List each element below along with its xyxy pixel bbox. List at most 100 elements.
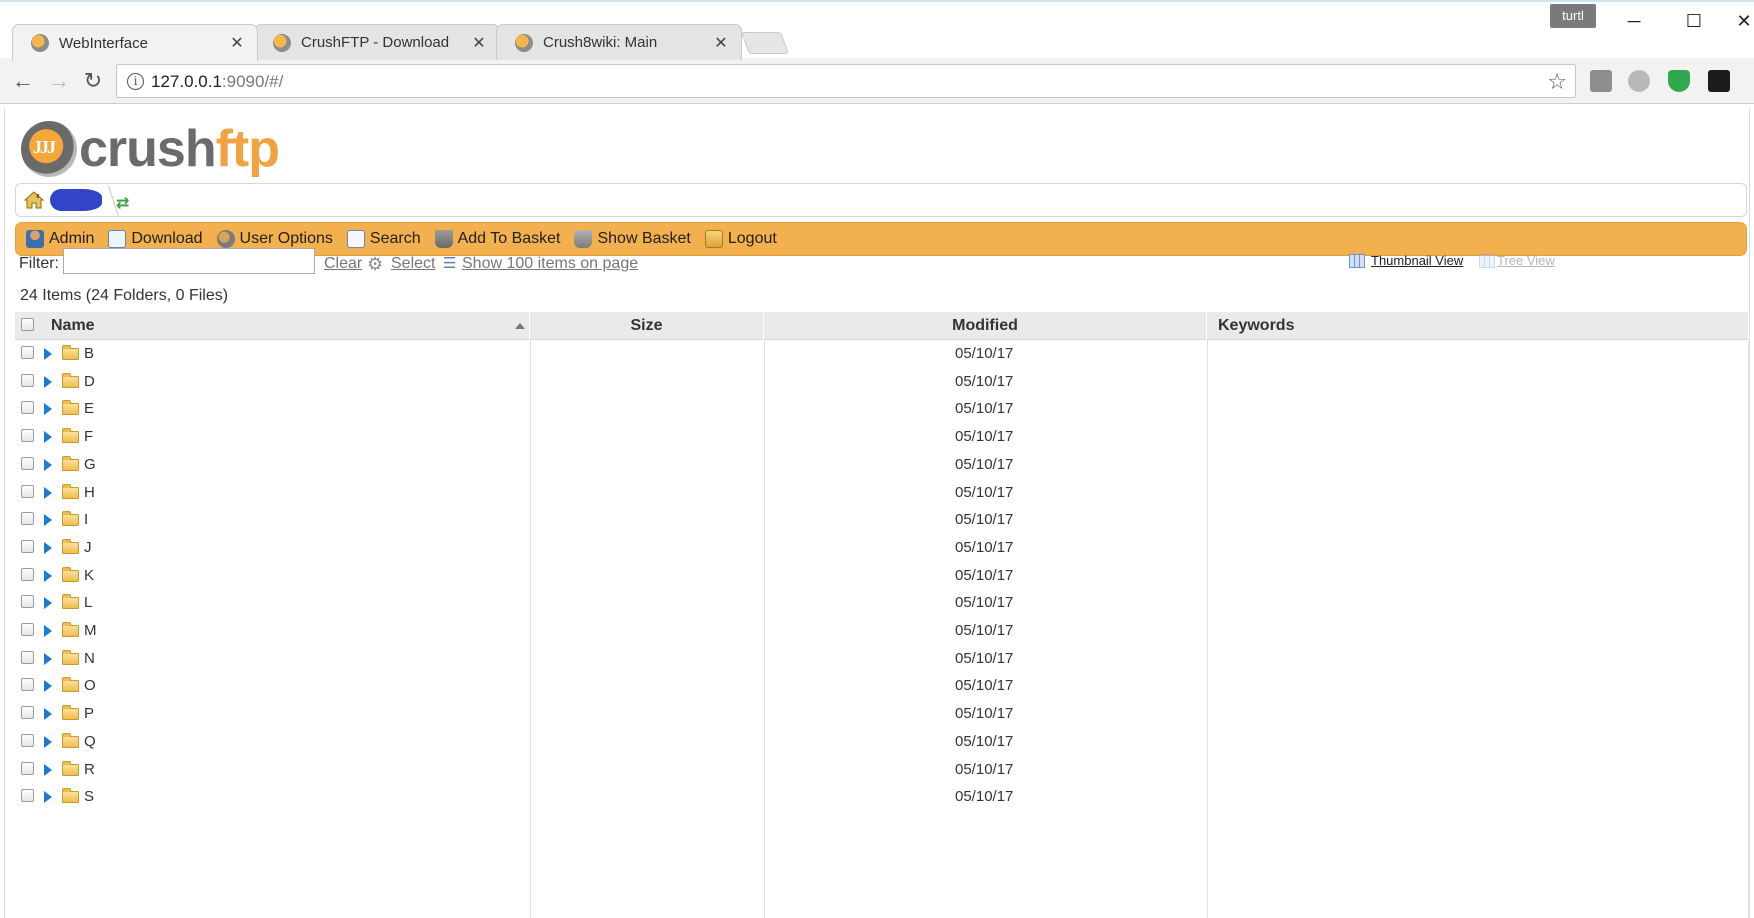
folder-name[interactable]: Q: [84, 733, 96, 750]
expand-arrow-icon[interactable]: [44, 597, 52, 610]
row-checkbox[interactable]: [21, 401, 34, 415]
expand-arrow-icon[interactable]: [44, 680, 52, 693]
close-tab-icon[interactable]: ✕: [229, 33, 245, 53]
table-row[interactable]: L 05/10/17: [15, 589, 1749, 617]
table-row[interactable]: M 05/10/17: [15, 617, 1749, 645]
table-row[interactable]: I 05/10/17: [15, 506, 1749, 534]
breadcrumb-user-folder[interactable]: [50, 189, 102, 211]
thumbnail-view-link[interactable]: Thumbnail View: [1371, 253, 1463, 268]
column-header-keywords[interactable]: Keywords: [1207, 312, 1749, 340]
column-header-modified[interactable]: Modified: [764, 312, 1207, 340]
expand-arrow-icon[interactable]: [44, 763, 52, 776]
folder-name[interactable]: N: [84, 650, 95, 667]
new-tab-button[interactable]: [740, 32, 790, 54]
profile-badge[interactable]: turtl: [1550, 4, 1596, 28]
folder-name[interactable]: H: [84, 484, 95, 501]
address-bar[interactable]: i 127.0.0.1:9090/#/ ☆: [116, 64, 1576, 98]
expand-arrow-icon[interactable]: [44, 375, 52, 388]
back-icon[interactable]: ←: [10, 68, 36, 94]
expand-arrow-icon[interactable]: [44, 541, 52, 554]
expand-arrow-icon[interactable]: [44, 625, 52, 637]
table-row[interactable]: G 05/10/17: [15, 451, 1749, 479]
expand-arrow-icon[interactable]: [44, 514, 52, 527]
folder-name[interactable]: I: [84, 511, 88, 528]
sort-ascending-icon[interactable]: [515, 323, 525, 329]
folder-name[interactable]: B: [84, 345, 94, 362]
clear-filter-link[interactable]: Clear: [324, 255, 362, 273]
row-checkbox[interactable]: [21, 678, 34, 692]
forward-icon[interactable]: →: [46, 68, 72, 94]
site-info-icon[interactable]: i: [127, 73, 144, 90]
row-checkbox[interactable]: [21, 650, 34, 664]
expand-arrow-icon[interactable]: [44, 569, 52, 582]
tab-webinterface[interactable]: WebInterface ✕: [12, 24, 258, 61]
select-link[interactable]: Select: [391, 255, 435, 273]
row-checkbox[interactable]: [21, 706, 34, 720]
row-checkbox[interactable]: [21, 567, 34, 581]
row-checkbox[interactable]: [21, 761, 34, 775]
table-row[interactable]: P 05/10/17: [15, 700, 1749, 728]
close-window-icon[interactable]: ✕: [1720, 6, 1754, 36]
table-row[interactable]: E 05/10/17: [15, 395, 1749, 423]
column-header-name[interactable]: Name: [41, 312, 530, 340]
select-all-checkbox[interactable]: [21, 318, 34, 331]
table-row[interactable]: J 05/10/17: [15, 534, 1749, 562]
table-row[interactable]: H 05/10/17: [15, 479, 1749, 507]
tree-view-link[interactable]: Tree View: [1497, 253, 1555, 268]
row-checkbox[interactable]: [21, 429, 34, 443]
table-row[interactable]: R 05/10/17: [15, 756, 1749, 784]
folder-name[interactable]: E: [84, 400, 94, 417]
row-checkbox[interactable]: [21, 595, 34, 609]
expand-arrow-icon[interactable]: [44, 735, 52, 748]
expand-arrow-icon[interactable]: [44, 652, 52, 665]
column-header-size[interactable]: Size: [530, 312, 764, 340]
folder-name[interactable]: P: [84, 705, 94, 722]
row-checkbox[interactable]: [21, 484, 34, 498]
expand-arrow-icon[interactable]: [44, 458, 52, 471]
table-row[interactable]: Q 05/10/17: [15, 728, 1749, 756]
table-row[interactable]: B 05/10/17: [15, 340, 1749, 368]
folder-name[interactable]: D: [84, 373, 95, 390]
folder-name[interactable]: J: [84, 539, 92, 556]
tab-crushftp-download[interactable]: CrushFTP - Download ✕: [254, 24, 500, 60]
folder-name[interactable]: R: [84, 761, 95, 778]
folder-name[interactable]: L: [84, 594, 92, 611]
folder-name[interactable]: S: [84, 788, 94, 805]
expand-arrow-icon[interactable]: [44, 348, 52, 360]
folder-name[interactable]: K: [84, 567, 94, 584]
folder-name[interactable]: M: [84, 622, 97, 639]
url-text[interactable]: 127.0.0.1:9090/#/: [151, 72, 283, 92]
row-checkbox[interactable]: [21, 346, 34, 359]
home-icon[interactable]: [24, 191, 44, 209]
folder-name[interactable]: O: [84, 677, 96, 694]
refresh-icon[interactable]: ⇄: [116, 193, 129, 213]
extension-shield-icon[interactable]: [1668, 70, 1690, 92]
expand-arrow-icon[interactable]: [44, 431, 52, 444]
table-row[interactable]: O 05/10/17: [15, 672, 1749, 700]
row-checkbox[interactable]: [21, 373, 34, 387]
close-tab-icon[interactable]: ✕: [471, 33, 487, 53]
row-checkbox[interactable]: [21, 512, 34, 526]
reload-icon[interactable]: ↻: [80, 68, 106, 94]
folder-name[interactable]: G: [84, 456, 96, 473]
row-checkbox[interactable]: [21, 456, 34, 470]
folder-name[interactable]: F: [84, 428, 93, 445]
row-checkbox[interactable]: [21, 789, 34, 803]
table-row[interactable]: K 05/10/17: [15, 562, 1749, 590]
close-tab-icon[interactable]: ✕: [713, 33, 729, 53]
row-checkbox[interactable]: [21, 539, 34, 553]
table-row[interactable]: N 05/10/17: [15, 645, 1749, 673]
table-row[interactable]: S 05/10/17: [15, 783, 1749, 811]
table-row[interactable]: F 05/10/17: [15, 423, 1749, 451]
extension-globe-icon[interactable]: [1628, 70, 1650, 92]
row-checkbox[interactable]: [21, 733, 34, 747]
minimize-icon[interactable]: ─: [1610, 6, 1658, 36]
bookmark-star-icon[interactable]: ☆: [1547, 69, 1567, 95]
expand-arrow-icon[interactable]: [44, 708, 52, 721]
table-row[interactable]: D 05/10/17: [15, 368, 1749, 396]
expand-arrow-icon[interactable]: [44, 791, 52, 804]
maximize-icon[interactable]: ☐: [1670, 6, 1718, 36]
filter-input[interactable]: [63, 248, 315, 274]
extension-script-icon[interactable]: [1590, 70, 1612, 92]
expand-arrow-icon[interactable]: [44, 486, 52, 499]
